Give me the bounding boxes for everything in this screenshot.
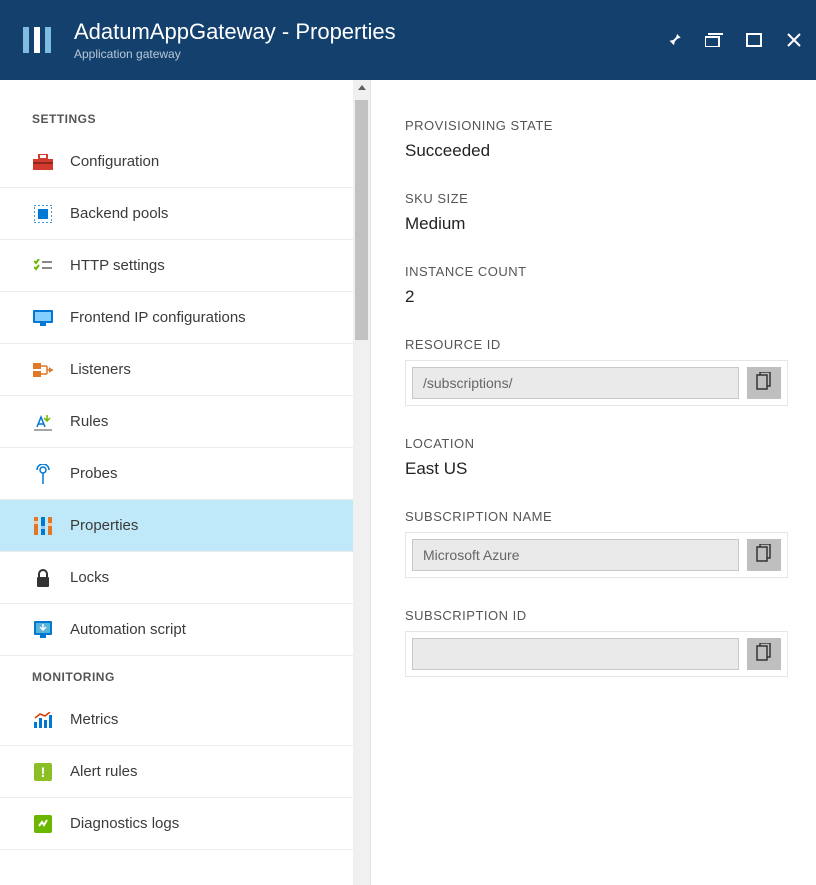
copy-button[interactable] [747,367,781,399]
sidebar-item-label: Alert rules [70,763,138,780]
copy-button[interactable] [747,638,781,670]
diagnostics-icon [32,813,54,835]
subscription-name-input[interactable]: Microsoft Azure [412,539,739,571]
field-label: INSTANCE COUNT [405,264,788,279]
alert-icon: ! [32,761,54,783]
field-label: LOCATION [405,436,788,451]
app-gateway-icon [20,22,56,58]
sidebar-item-backend-pools[interactable]: Backend pools [0,188,370,240]
subscription-id-input[interactable] [412,638,739,670]
blade-header: AdatumAppGateway - Properties Applicatio… [0,0,816,80]
download-icon [32,619,54,641]
field-location: LOCATION East US [405,436,788,479]
pool-icon [32,203,54,225]
sidebar-scrollbar[interactable] [353,80,370,885]
copy-button[interactable] [747,539,781,571]
sidebar-item-http-settings[interactable]: HTTP settings [0,240,370,292]
copy-icon [756,544,772,567]
field-label: RESOURCE ID [405,337,788,352]
sidebar-item-label: HTTP settings [70,257,165,274]
field-label: SKU SIZE [405,191,788,206]
maximize-icon[interactable] [744,30,764,50]
sidebar-item-label: Automation script [70,621,186,638]
pin-icon[interactable] [664,30,684,50]
sidebar-item-label: Backend pools [70,205,168,222]
field-resource-id: RESOURCE ID /subscriptions/ [405,337,788,406]
field-provisioning-state: PROVISIONING STATE Succeeded [405,118,788,161]
sidebar-item-diagnostics-logs[interactable]: Diagnostics logs [0,798,370,850]
header-text: AdatumAppGateway - Properties Applicatio… [74,19,664,61]
sidebar-item-label: Properties [70,517,138,534]
properties-pane: PROVISIONING STATE Succeeded SKU SIZE Me… [371,80,816,885]
properties-icon [32,515,54,537]
lock-icon [32,567,54,589]
metrics-icon [32,709,54,731]
field-label: SUBSCRIPTION ID [405,608,788,623]
sidebar-item-label: Configuration [70,153,159,170]
sidebar-item-rules[interactable]: Rules [0,396,370,448]
field-value: Medium [405,214,788,234]
header-actions [664,30,804,50]
field-instance-count: INSTANCE COUNT 2 [405,264,788,307]
svg-text:!: ! [41,764,46,780]
section-label-monitoring: MONITORING [0,656,370,694]
settings-sidebar: SETTINGS Configuration Backend pools HTT… [0,80,371,885]
listeners-icon [32,359,54,381]
sidebar-item-label: Listeners [70,361,131,378]
resource-id-input[interactable]: /subscriptions/ [412,367,739,399]
sidebar-item-locks[interactable]: Locks [0,552,370,604]
sidebar-item-label: Locks [70,569,109,586]
sidebar-item-label: Frontend IP configurations [70,309,246,326]
sidebar-item-label: Diagnostics logs [70,815,179,832]
copy-icon [756,372,772,395]
sidebar-item-label: Probes [70,465,118,482]
field-sku-size: SKU SIZE Medium [405,191,788,234]
sidebar-item-frontend-ip[interactable]: Frontend IP configurations [0,292,370,344]
field-label: PROVISIONING STATE [405,118,788,133]
field-value: 2 [405,287,788,307]
field-subscription-name: SUBSCRIPTION NAME Microsoft Azure [405,509,788,578]
sidebar-item-automation-script[interactable]: Automation script [0,604,370,656]
sidebar-item-alert-rules[interactable]: ! Alert rules [0,746,370,798]
toolbox-icon [32,151,54,173]
rules-icon [32,411,54,433]
scrollbar-thumb[interactable] [355,100,368,340]
probe-icon [32,463,54,485]
scroll-up-icon[interactable] [353,82,370,94]
field-value: Succeeded [405,141,788,161]
sidebar-item-properties[interactable]: Properties [0,500,370,552]
close-icon[interactable] [784,30,804,50]
section-label-settings: SETTINGS [0,98,370,136]
field-subscription-id: SUBSCRIPTION ID [405,608,788,677]
columns-icon[interactable] [704,30,724,50]
sidebar-item-metrics[interactable]: Metrics [0,694,370,746]
copy-icon [756,643,772,666]
sidebar-item-probes[interactable]: Probes [0,448,370,500]
sidebar-item-configuration[interactable]: Configuration [0,136,370,188]
field-label: SUBSCRIPTION NAME [405,509,788,524]
blade-subtitle: Application gateway [74,47,664,61]
sidebar-item-label: Metrics [70,711,118,728]
monitor-icon [32,307,54,329]
blade-title: AdatumAppGateway - Properties [74,19,664,45]
checklist-icon [32,255,54,277]
sidebar-item-listeners[interactable]: Listeners [0,344,370,396]
field-value: East US [405,459,788,479]
sidebar-item-label: Rules [70,413,108,430]
